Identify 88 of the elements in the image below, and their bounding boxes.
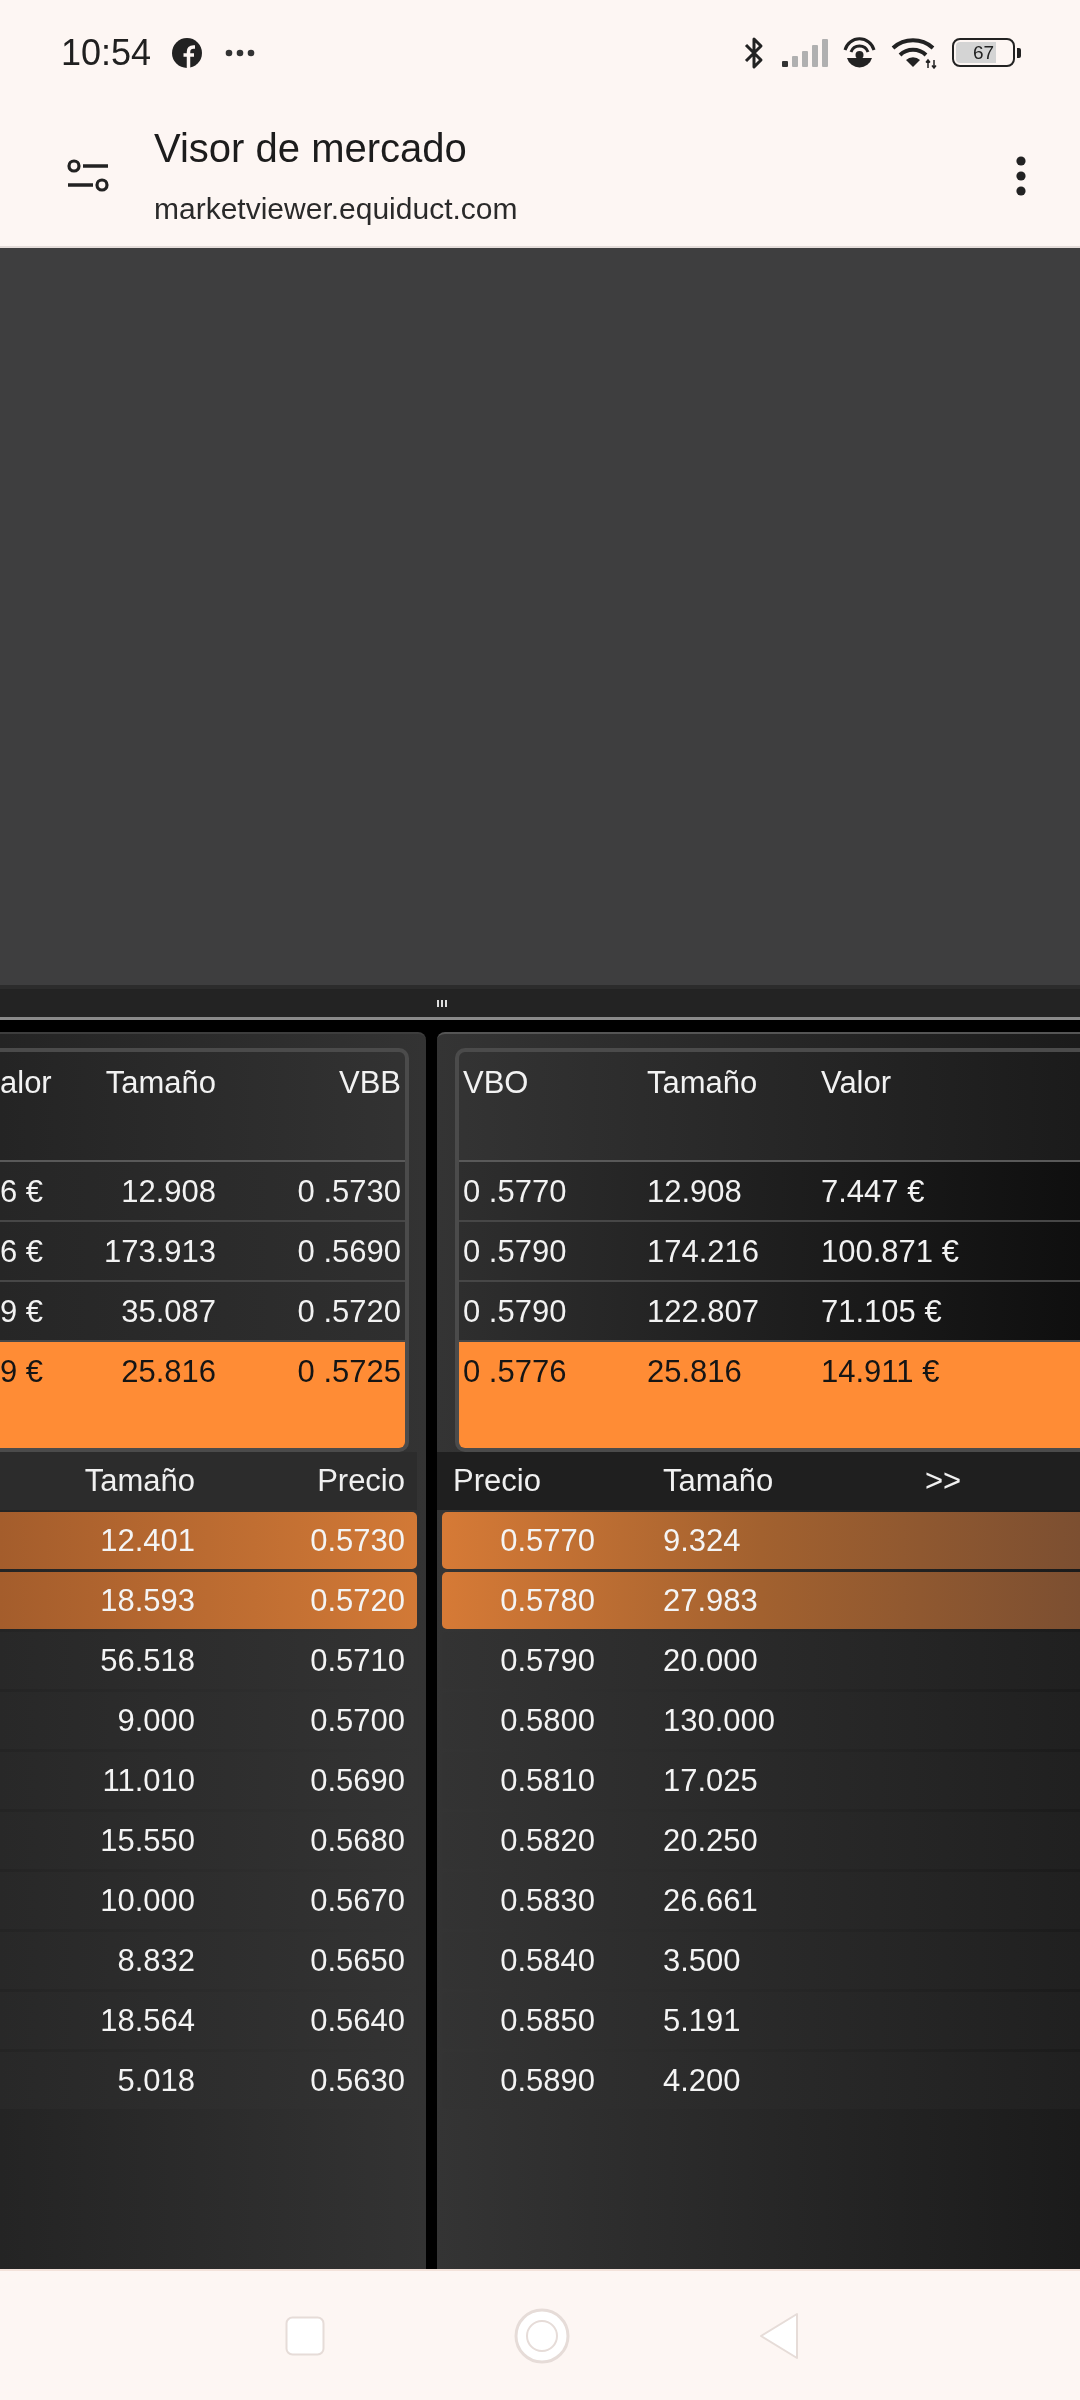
column-header: Tamaño bbox=[663, 1463, 775, 1499]
more-dots-icon bbox=[225, 48, 256, 57]
table-cell-text: 6 € bbox=[0, 1173, 45, 1211]
table-cell-text: 35.087 bbox=[120, 1293, 217, 1331]
table-cell-text: 0.5850 bbox=[499, 2002, 596, 2039]
column-header: Tamaño bbox=[83, 1463, 196, 1499]
table-cell-text: 11.010 bbox=[101, 1762, 196, 1799]
table-cell-text: 0.5700 bbox=[309, 1702, 406, 1739]
column-header: VBO bbox=[462, 1064, 530, 1102]
table-cell-text: 5.191 bbox=[663, 2002, 742, 2039]
column-header: >> bbox=[925, 1463, 963, 1499]
table-cell-text: 18.564 bbox=[99, 2002, 196, 2039]
table-cell-text: 71.105 € bbox=[820, 1293, 943, 1331]
table-cell-text: 0 .5730 bbox=[296, 1173, 402, 1211]
table-cell-text: 130.000 bbox=[663, 1702, 777, 1739]
table-cell-text: 0 .5790 bbox=[462, 1233, 568, 1271]
column-header: alor bbox=[0, 1064, 50, 1102]
table-cell-text: 0.5630 bbox=[309, 2062, 406, 2099]
table-cell-text: 25.816 bbox=[120, 1353, 217, 1391]
table-cell-text: 12.908 bbox=[120, 1173, 217, 1211]
table-cell-text: 27.983 bbox=[663, 1582, 759, 1619]
table-cell-text: 0.5800 bbox=[499, 1702, 596, 1739]
sliders-icon[interactable] bbox=[67, 159, 109, 192]
table-cell-text: 0.5720 bbox=[309, 1582, 406, 1619]
table-cell-text: 0.5770 bbox=[499, 1522, 596, 1559]
table-cell-text: 0.5790 bbox=[499, 1642, 596, 1679]
table-cell-text: 17.025 bbox=[663, 1762, 759, 1799]
table-cell-text: 0.5810 bbox=[499, 1762, 596, 1799]
table-cell-text: 0.5640 bbox=[309, 2002, 406, 2039]
table-cell-text: 0 .5690 bbox=[296, 1233, 402, 1271]
table-cell-text: 5.018 bbox=[116, 2062, 196, 2099]
table-cell-text: 8.832 bbox=[116, 1942, 196, 1979]
column-header: Valor bbox=[820, 1064, 893, 1102]
table-cell-text: 0.5650 bbox=[309, 1942, 406, 1979]
table-cell-text: 12.908 bbox=[646, 1173, 743, 1211]
battery-percent: 67 bbox=[972, 43, 995, 62]
table-cell-text: 25.816 bbox=[646, 1353, 743, 1391]
table-cell-text: 0.5670 bbox=[309, 1882, 406, 1919]
table-cell-text: 3.500 bbox=[663, 1942, 742, 1979]
table-cell-text: 0.5840 bbox=[499, 1942, 596, 1979]
table-cell-text: 0 .5790 bbox=[462, 1293, 568, 1331]
page-title: Visor de mercado bbox=[154, 124, 468, 171]
table-cell-text: 10.000 bbox=[99, 1882, 196, 1919]
column-header: Tamaño bbox=[646, 1064, 759, 1102]
table-cell-text: 26.661 bbox=[663, 1882, 759, 1919]
column-header: VBB bbox=[337, 1064, 402, 1102]
table-cell-text: 6 € bbox=[0, 1233, 45, 1271]
wifi-icon bbox=[891, 36, 937, 69]
table-cell-text: 56.518 bbox=[99, 1642, 196, 1679]
page-url: marketviewer.equiduct.com bbox=[154, 190, 519, 227]
table-cell-text: 0 .5770 bbox=[462, 1173, 568, 1211]
splitter-bar[interactable] bbox=[0, 985, 1080, 1020]
table-cell-text: 9 € bbox=[0, 1293, 45, 1331]
table-cell-text: 0.5730 bbox=[309, 1522, 406, 1559]
table-cell-text: 173.913 bbox=[102, 1233, 217, 1271]
table-cell-text: 0 .5720 bbox=[296, 1293, 402, 1331]
table-cell-text: 14.911 € bbox=[820, 1353, 941, 1391]
facebook-icon bbox=[172, 37, 203, 68]
table-cell-text: 0.5820 bbox=[499, 1822, 596, 1859]
table-cell-text: 0 .5776 bbox=[462, 1353, 568, 1391]
table-cell-text: 122.807 bbox=[646, 1293, 761, 1331]
table-cell-text: 174.216 bbox=[646, 1233, 761, 1271]
table-cell-text: 0 .5725 bbox=[296, 1353, 402, 1391]
table-cell-text: 0.5680 bbox=[309, 1822, 406, 1859]
grip-handle-icon[interactable] bbox=[437, 999, 447, 1007]
column-header: Tamaño bbox=[104, 1064, 217, 1102]
table-cell-text: 9.000 bbox=[116, 1702, 196, 1739]
clock-time: 10:54 bbox=[61, 34, 152, 71]
column-header: Precio bbox=[453, 1463, 542, 1499]
table-cell-text: 12.401 bbox=[99, 1522, 196, 1559]
signal-bars-icon bbox=[782, 38, 828, 67]
hotspot-icon bbox=[843, 36, 876, 69]
table-cell-text: 20.250 bbox=[663, 1822, 759, 1859]
column-header: Precio bbox=[316, 1463, 406, 1499]
table-cell-text: 9.324 bbox=[663, 1522, 742, 1559]
table-cell-text: 9 € bbox=[0, 1353, 45, 1391]
table-cell-text: 0.5690 bbox=[309, 1762, 406, 1799]
overflow-menu-icon[interactable] bbox=[1016, 155, 1026, 196]
table-cell-text: 18.593 bbox=[99, 1582, 196, 1619]
table-cell-text: 0.5830 bbox=[499, 1882, 596, 1919]
table-cell-text: 4.200 bbox=[663, 2062, 742, 2099]
table-cell-text: 15.550 bbox=[99, 1822, 196, 1859]
table-cell-text: 100.871 € bbox=[820, 1233, 960, 1271]
table-cell-text: 20.000 bbox=[663, 1642, 759, 1679]
table-cell-text: 7.447 € bbox=[820, 1173, 926, 1211]
table-cell-text: 0.5780 bbox=[499, 1582, 596, 1619]
table-cell-text: 0.5890 bbox=[499, 2062, 596, 2099]
table-cell-text: 0.5710 bbox=[309, 1642, 406, 1679]
